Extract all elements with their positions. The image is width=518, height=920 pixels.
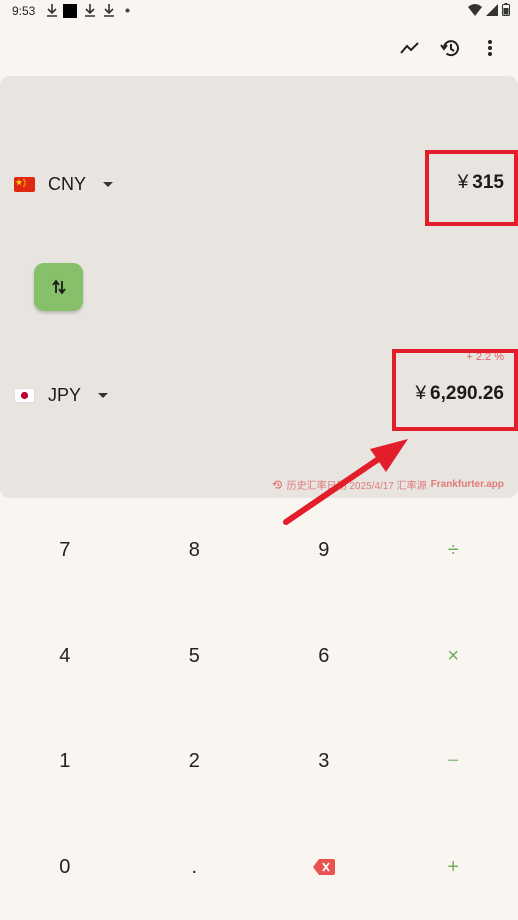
key-7[interactable]: 7 (0, 498, 130, 604)
cn-flag-icon (14, 177, 35, 192)
highlight-box-from (425, 150, 518, 226)
highlight-box-to (392, 349, 518, 431)
chevron-down-icon (98, 393, 109, 398)
key-8[interactable]: 8 (130, 498, 260, 604)
top-toolbar (390, 30, 510, 66)
signal-icon (486, 3, 498, 16)
key-1[interactable]: 1 (0, 709, 130, 815)
rate-source-note: 历史汇率日期 2025/4/17 汇率源 Frankfurter.app (272, 477, 504, 492)
key-decimal[interactable]: . (130, 815, 260, 920)
rate-source-link[interactable]: Frankfurter.app (431, 479, 504, 490)
more-vert-icon (488, 40, 492, 56)
from-currency-selector[interactable]: CNY (14, 174, 114, 195)
rate-note-text: 历史汇率日期 2025/4/17 汇率源 (286, 481, 427, 492)
battery-icon (502, 3, 510, 16)
swap-currencies-button[interactable] (34, 263, 83, 311)
key-divide[interactable]: ÷ (389, 498, 518, 604)
key-2[interactable]: 2 (130, 709, 260, 815)
to-currency-selector[interactable]: JPY (14, 385, 109, 406)
to-currency-code: JPY (48, 385, 82, 405)
key-plus[interactable]: + (389, 815, 518, 920)
status-time: 9:53 (12, 4, 36, 18)
more-options-button[interactable] (470, 30, 510, 66)
swap-arrows-icon (51, 279, 66, 295)
trend-chart-button[interactable] (390, 30, 430, 66)
chevron-down-icon (103, 182, 114, 187)
key-4[interactable]: 4 (0, 604, 130, 710)
key-0[interactable]: 0 (0, 815, 130, 920)
key-multiply[interactable]: × (389, 604, 518, 710)
converter-card: CNY ¥ 315 + 2.2 % JPY ¥ 6,290.26 历史汇率日期 … (0, 76, 518, 498)
key-minus[interactable]: − (389, 709, 518, 815)
from-currency-code: CNY (48, 174, 87, 194)
download-icon (104, 4, 114, 17)
download-icon (47, 4, 57, 17)
history-icon (272, 480, 282, 489)
keypad: 7 8 9 ÷ 4 5 6 × 1 2 3 − 0 . + (0, 498, 518, 920)
jp-flag-icon (14, 388, 35, 403)
key-5[interactable]: 5 (130, 604, 260, 710)
download-icon (85, 4, 95, 17)
key-3[interactable]: 3 (259, 709, 389, 815)
status-bar: 9:53 (0, 0, 518, 22)
dot-icon (125, 8, 130, 13)
wifi-icon (468, 3, 482, 16)
key-backspace[interactable] (259, 815, 389, 920)
backspace-icon (312, 859, 335, 876)
key-9[interactable]: 9 (259, 498, 389, 604)
trend-chart-icon (400, 42, 419, 54)
history-icon (440, 40, 459, 57)
square-icon (63, 4, 77, 18)
key-6[interactable]: 6 (259, 604, 389, 710)
history-button[interactable] (430, 30, 470, 66)
